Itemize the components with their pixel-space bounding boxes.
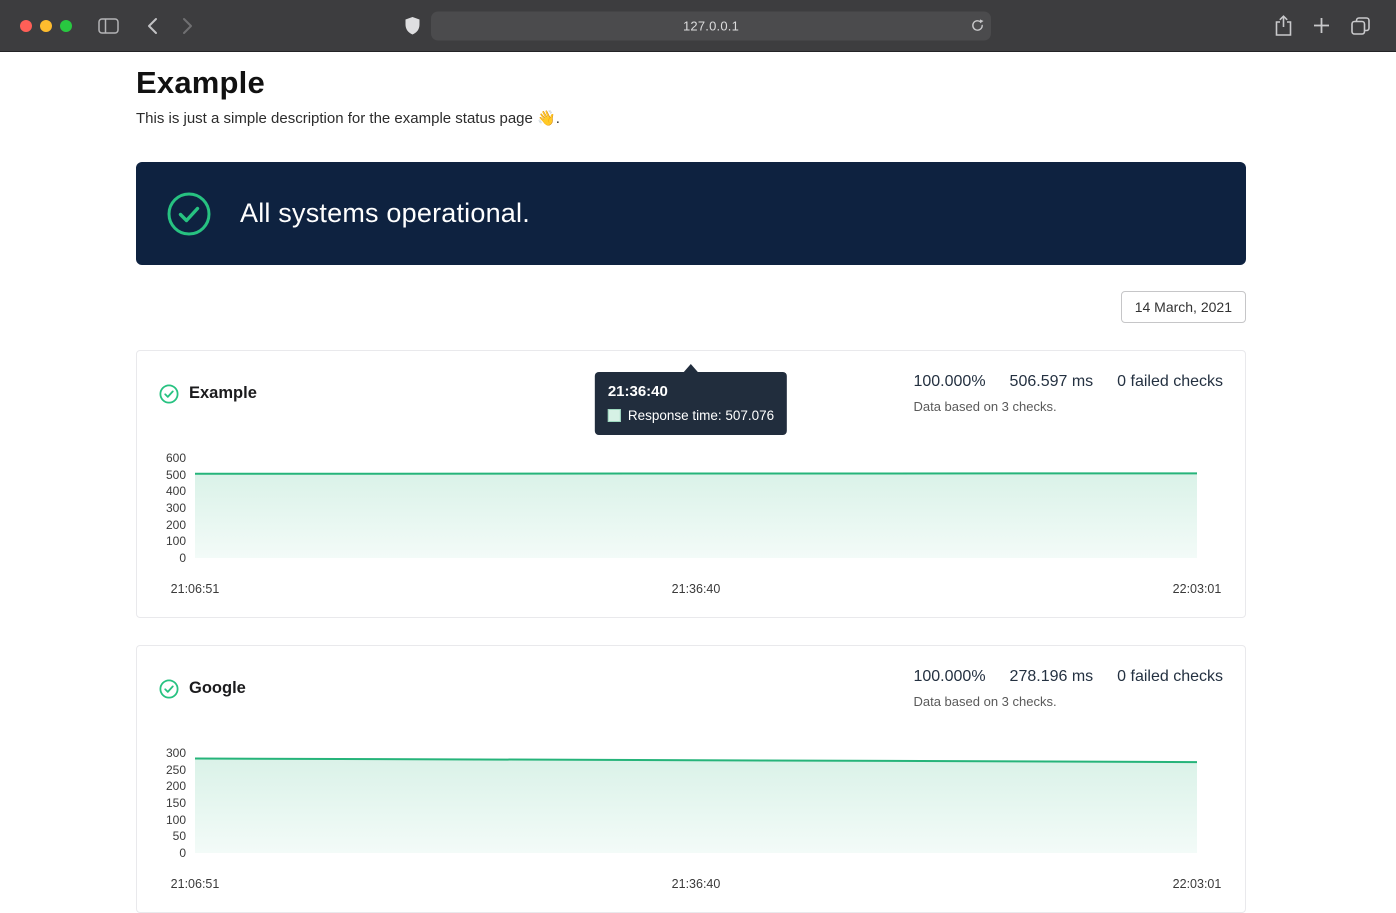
monitor-ok-check-icon — [159, 384, 179, 404]
monitor-ok-check-icon — [159, 679, 179, 699]
window-controls — [20, 20, 72, 32]
y-tick-label: 100 — [166, 535, 186, 547]
back-icon[interactable] — [147, 17, 158, 35]
chart-plot-area[interactable] — [195, 753, 1197, 853]
share-icon[interactable] — [1275, 15, 1292, 36]
y-tick-label: 50 — [173, 830, 186, 842]
y-tick-label: 300 — [166, 502, 186, 514]
y-tick-label: 0 — [179, 847, 186, 859]
forward-icon[interactable] — [182, 17, 193, 35]
privacy-shield-icon[interactable] — [405, 16, 420, 35]
chart-x-axis: 21:06:5121:36:4022:03:01 — [195, 877, 1197, 892]
y-tick-label: 300 — [166, 747, 186, 759]
status-page: Example This is just a simple descriptio… — [0, 52, 1396, 913]
y-tick-label: 200 — [166, 519, 186, 531]
url-text: 127.0.0.1 — [683, 18, 739, 33]
y-tick-label: 250 — [166, 764, 186, 776]
uptime-percent: 100.000% — [913, 373, 985, 391]
new-tab-icon[interactable] — [1313, 17, 1330, 34]
monitor-stats: 100.000% 278.196 ms 0 failed checks Data… — [913, 668, 1223, 709]
failed-checks-count: 0 failed checks — [1117, 373, 1223, 391]
x-tick-label: 21:06:51 — [171, 582, 220, 596]
window-close-button[interactable] — [20, 20, 32, 32]
series-marker-icon — [608, 409, 621, 422]
monitor-card: Google 100.000% 278.196 ms 0 failed chec… — [136, 645, 1246, 913]
browser-toolbar: 127.0.0.1 — [0, 0, 1396, 52]
status-banner: All systems operational. — [136, 162, 1246, 265]
address-bar[interactable]: 127.0.0.1 — [431, 11, 991, 40]
failed-checks-count: 0 failed checks — [1117, 668, 1223, 686]
response-time-chart: 300 250 200 150 100 50 0 — [159, 747, 1223, 859]
chart-y-axis: 300 250 200 150 100 50 0 — [159, 747, 195, 859]
response-time-chart: 600 500 400 300 200 100 0 — [159, 452, 1223, 564]
date-row: 14 March, 2021 — [136, 291, 1246, 323]
x-tick-label: 21:36:40 — [672, 877, 721, 891]
chart-plot-area[interactable] — [195, 458, 1197, 558]
chart-tooltip: 21:36:40 Response time: 507.076 — [595, 372, 787, 435]
x-tick-label: 21:36:40 — [672, 582, 721, 596]
monitor-identity: Example — [159, 384, 257, 404]
tab-overview-icon[interactable] — [1351, 17, 1370, 35]
avg-response-time: 506.597 ms — [1010, 373, 1094, 391]
chart-svg — [195, 458, 1197, 558]
uptime-percent: 100.000% — [913, 668, 985, 686]
monitor-stats: 100.000% 506.597 ms 0 failed checks Data… — [913, 373, 1223, 414]
monitor-identity: Google — [159, 679, 246, 699]
checks-note: Data based on 3 checks. — [913, 399, 1223, 414]
page-description: This is just a simple description for th… — [136, 109, 1246, 127]
avg-response-time: 278.196 ms — [1010, 668, 1094, 686]
monitor-card-header: Google 100.000% 278.196 ms 0 failed chec… — [159, 668, 1223, 709]
chart-svg — [195, 753, 1197, 853]
y-tick-label: 0 — [179, 552, 186, 564]
y-tick-label: 400 — [166, 485, 186, 497]
page-title: Example — [136, 65, 1246, 101]
y-tick-label: 200 — [166, 780, 186, 792]
y-tick-label: 600 — [166, 452, 186, 464]
checks-note: Data based on 3 checks. — [913, 694, 1223, 709]
date-picker-button[interactable]: 14 March, 2021 — [1121, 291, 1246, 323]
monitor-card: Example 100.000% 506.597 ms 0 failed che… — [136, 350, 1246, 618]
reload-icon[interactable] — [970, 18, 985, 33]
all-ok-check-icon — [166, 191, 212, 237]
sidebar-toggle-icon[interactable] — [98, 18, 119, 34]
x-tick-label: 22:03:01 — [1173, 582, 1222, 596]
monitor-name: Google — [189, 679, 246, 698]
x-tick-label: 22:03:01 — [1173, 877, 1222, 891]
status-banner-text: All systems operational. — [240, 198, 530, 229]
tooltip-time: 21:36:40 — [608, 383, 774, 400]
y-tick-label: 500 — [166, 469, 186, 481]
window-zoom-button[interactable] — [60, 20, 72, 32]
y-tick-label: 100 — [166, 814, 186, 826]
window-minimize-button[interactable] — [40, 20, 52, 32]
chart-y-axis: 600 500 400 300 200 100 0 — [159, 452, 195, 564]
tooltip-value: Response time: 507.076 — [628, 408, 774, 423]
x-tick-label: 21:06:51 — [171, 877, 220, 891]
chart-x-axis: 21:06:5121:36:4022:03:01 — [195, 582, 1197, 597]
monitor-name: Example — [189, 384, 257, 403]
y-tick-label: 150 — [166, 797, 186, 809]
